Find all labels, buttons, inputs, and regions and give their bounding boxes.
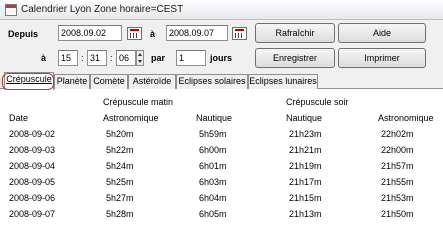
date-cell: 2008-09-04 — [9, 161, 56, 171]
date-cell: 2008-09-07 — [9, 209, 56, 219]
tab-label: Comète — [93, 76, 125, 86]
time-cell: 6h01m — [199, 161, 227, 171]
date-cell: 2008-09-06 — [9, 193, 56, 203]
time-cell: 21h53m — [381, 193, 414, 203]
hour-field[interactable]: 15 — [58, 50, 78, 66]
time-cell: 22h02m — [381, 129, 414, 139]
jours-label: jours — [210, 53, 233, 63]
time-cell: 6h05m — [199, 209, 227, 219]
time-cell: 5h22m — [106, 145, 134, 155]
time-spinner-icon[interactable] — [136, 50, 144, 66]
date-cell: 2008-09-05 — [9, 177, 56, 187]
time-cell: 6h03m — [199, 177, 227, 187]
end-calendar-icon[interactable] — [232, 27, 247, 40]
time-cell: 6h04m — [199, 193, 227, 203]
tab-planete[interactable]: Planète — [54, 74, 90, 89]
tab-eclipses-lunaires[interactable]: Eclipses lunaires — [248, 74, 318, 89]
time-cell: 21h21m — [289, 145, 322, 155]
column-header-morning-astronomical: Astronomique — [103, 113, 159, 123]
help-button[interactable]: Aide — [338, 23, 426, 43]
time-cell: 5h59m — [199, 129, 227, 139]
step-field[interactable]: 1 — [176, 50, 206, 66]
time-cell: 5h25m — [106, 177, 134, 187]
calendar-app-icon — [5, 3, 17, 16]
date-cell: 2008-09-03 — [9, 145, 56, 155]
twilight-table: Crépuscule matin Crépuscule soir Date As… — [0, 89, 443, 221]
tab-label: Planète — [56, 76, 88, 86]
tab-label: Crépuscule — [6, 74, 52, 84]
date-cell: 2008-09-02 — [9, 129, 56, 139]
window-title: Calendrier Lyon Zone horaire=CEST — [21, 4, 184, 15]
time-cell: 21h13m — [289, 209, 322, 219]
par-label: par — [151, 53, 166, 63]
column-header-evening-nautical: Nautique — [286, 113, 323, 123]
time-cell: 5h24m — [106, 161, 134, 171]
time-cell: 5h28m — [106, 209, 134, 219]
column-header-morning-nautical: Nautique — [196, 113, 233, 123]
minute-field[interactable]: 31 — [87, 50, 107, 66]
tab-strip: Crépuscule Planète Comète Astéroïde Ecli… — [0, 72, 443, 90]
time-separator: : — [81, 53, 84, 63]
tab-crepuscule[interactable]: Crépuscule — [4, 72, 54, 90]
depuis-label: Depuis — [8, 29, 39, 39]
to-label: à — [150, 29, 156, 39]
start-calendar-icon[interactable] — [127, 27, 142, 40]
time-separator: : — [110, 53, 113, 63]
column-header-evening-astronomical: Astronomique — [378, 113, 434, 123]
time-cell: 21h50m — [381, 209, 414, 219]
tab-comete[interactable]: Comète — [90, 74, 128, 89]
time-cell: 21h57m — [381, 161, 414, 171]
controls-panel: Depuis 2008.09.02 à 2008.09.07 Rafraîchi… — [0, 20, 443, 72]
tab-label: Astéroïde — [132, 76, 172, 86]
time-cell: 21h23m — [289, 129, 322, 139]
at-label: à — [41, 53, 47, 63]
time-cell: 21h19m — [289, 161, 322, 171]
start-date-field[interactable]: 2008.09.02 — [58, 25, 122, 41]
tab-eclipses-solaires[interactable]: Eclipses solaires — [176, 74, 248, 89]
tab-label: Eclipses solaires — [178, 76, 246, 86]
title-bar: Calendrier Lyon Zone horaire=CEST — [0, 0, 443, 20]
tab-asteroide[interactable]: Astéroïde — [128, 74, 176, 89]
refresh-button[interactable]: Rafraîchir — [255, 23, 335, 43]
tab-label: Eclipses lunaires — [249, 76, 317, 86]
time-cell: 5h20m — [106, 129, 134, 139]
time-cell: 21h17m — [289, 177, 322, 187]
save-button[interactable]: Enregistrer — [255, 48, 335, 68]
second-field[interactable]: 06 — [116, 50, 136, 66]
time-cell: 6h00m — [199, 145, 227, 155]
time-cell: 5h27m — [106, 193, 134, 203]
print-button[interactable]: Imprimer — [338, 48, 426, 68]
evening-group-header: Crépuscule soir — [286, 97, 349, 107]
time-cell: 22h00m — [381, 145, 414, 155]
time-cell: 21h15m — [289, 193, 322, 203]
end-date-field[interactable]: 2008.09.07 — [166, 25, 228, 41]
time-cell: 21h55m — [381, 177, 414, 187]
morning-group-header: Crépuscule matin — [103, 97, 174, 107]
column-header-date: Date — [9, 113, 29, 123]
